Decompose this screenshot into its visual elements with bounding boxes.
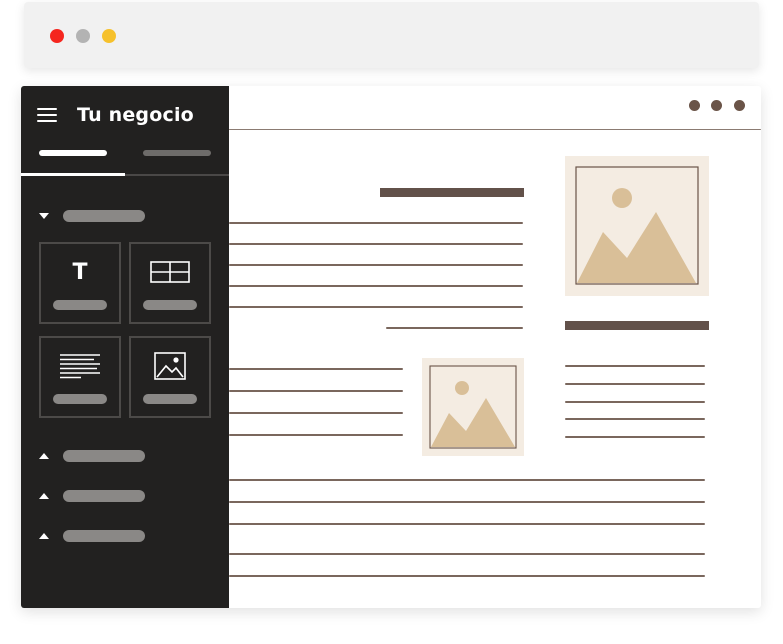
tab-primary[interactable] [39,150,107,156]
heading-placeholder [380,188,524,197]
caret-up-icon [39,453,49,459]
text-line [229,306,523,308]
section-header-collapsed[interactable] [39,450,169,464]
caret-down-icon [39,213,49,219]
caret-up-icon [39,533,49,539]
section-label-placeholder [63,490,145,502]
text-line [565,401,705,403]
tile-table-element[interactable] [129,242,211,324]
section-label-placeholder [63,530,145,542]
image-icon [131,352,209,380]
sidebar: Tu negocio T [21,86,229,608]
tile-paragraph-element[interactable] [39,336,121,418]
text-line [229,501,705,503]
mountain-image-icon [429,365,517,449]
text-line [229,390,403,392]
text-line [229,243,523,245]
image-placeholder-small[interactable] [422,358,524,456]
maximize-window-dot[interactable] [102,29,116,43]
text-icon: T [72,259,88,285]
text-line [565,436,705,438]
mountain-image-icon [575,166,699,285]
text-line [229,412,403,414]
text-line [229,285,523,287]
page-preview [229,86,761,608]
editor-window: Tu negocio T [21,86,761,608]
text-line [229,479,705,481]
section-header-collapsed[interactable] [39,530,169,544]
text-line [229,222,523,224]
tile-text-element[interactable]: T [39,242,121,324]
section-label-placeholder [63,450,145,462]
tile-image-element[interactable] [129,336,211,418]
section-header-collapsed[interactable] [39,490,169,504]
tile-label-placeholder [53,300,107,310]
header-divider [229,129,761,130]
browser-chrome [24,2,759,68]
image-placeholder-large[interactable] [565,156,709,296]
more-dots-icon[interactable] [689,86,749,126]
hamburger-menu-icon[interactable] [37,108,57,122]
tile-label-placeholder [53,394,107,404]
tab-secondary[interactable] [143,150,211,156]
section-label-placeholder [63,210,145,222]
text-line [229,575,705,577]
caret-up-icon [39,493,49,499]
text-line [229,523,705,525]
tab-active-indicator [21,173,125,176]
paragraph-icon [41,352,119,380]
minimize-window-dot[interactable] [76,29,90,43]
section-header-elements[interactable] [39,210,169,224]
text-line [229,434,403,436]
text-line [565,383,705,385]
heading-placeholder [565,321,709,330]
text-line [229,368,403,370]
table-icon [131,258,209,286]
text-line [565,365,705,367]
tile-label-placeholder [143,394,197,404]
close-window-dot[interactable] [50,29,64,43]
brand-title: Tu negocio [77,104,194,126]
tile-label-placeholder [143,300,197,310]
text-line [565,418,705,420]
text-line [386,327,523,329]
text-line [229,264,523,266]
text-line [229,553,705,555]
